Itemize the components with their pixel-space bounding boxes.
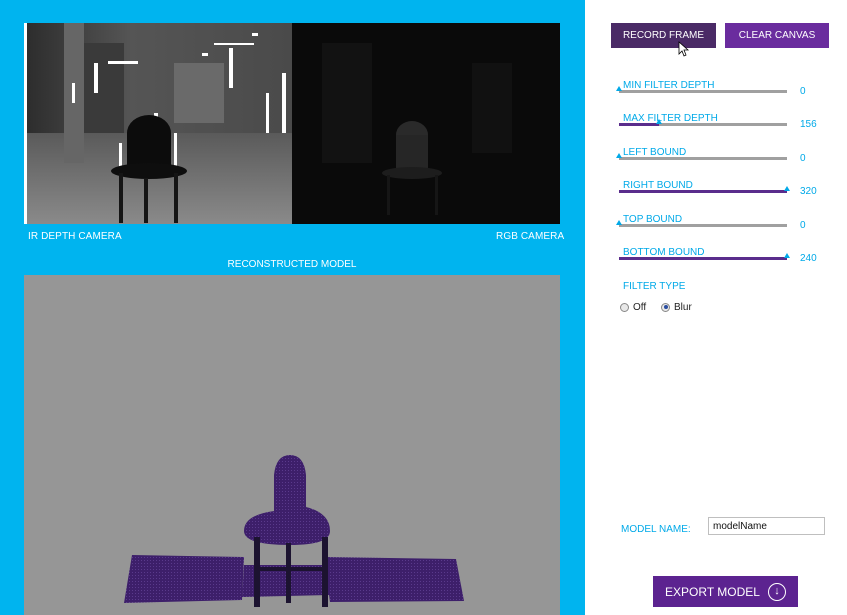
filter-option-label: Off [633,301,647,313]
download-icon: ↓ [767,582,786,601]
filter-type-title: FILTER TYPE [623,281,686,292]
slider-thumb[interactable] [784,253,790,258]
ir-camera-label: IR DEPTH CAMERA [28,231,122,242]
slider-right-bound-value: 320 [800,186,817,197]
ir-depth-camera-feed [24,23,292,224]
slider-thumb[interactable] [656,119,663,124]
slider-fill [619,123,660,126]
filter-option-label: Blur [674,301,692,313]
slider-thumb[interactable] [616,86,622,91]
slider-top-bound[interactable] [616,220,787,227]
record-frame-button[interactable]: RECORD FRAME [611,23,716,48]
viewer-panel: IR DEPTH CAMERA RGB CAMERA RECONSTRUCTED… [0,0,585,615]
slider-bottom-bound[interactable] [619,253,790,260]
slider-right-bound[interactable] [619,186,790,193]
export-model-button[interactable]: EXPORT MODEL ↓ [653,576,798,607]
radio-button-icon[interactable] [661,302,670,312]
slider-thumb[interactable] [784,186,790,191]
filter-radio-blur[interactable]: Blur [661,301,692,313]
clear-canvas-button[interactable]: CLEAR CANVAS [725,23,829,48]
slider-fill [619,257,787,260]
slider-left-bound-value: 0 [800,153,806,164]
slider-bottom-bound-value: 240 [800,253,817,264]
slider-min-filter-depth-value: 0 [800,86,806,97]
radio-button-icon[interactable] [620,302,629,312]
rgb-camera-label: RGB CAMERA [496,231,565,242]
slider-max-filter-depth-value: 156 [800,119,817,130]
model-name-label: MODEL NAME: [621,524,691,535]
rgb-camera-feed [292,23,560,224]
reconstructed-model-canvas[interactable] [24,275,560,615]
slider-left-bound[interactable] [616,153,787,160]
slider-top-bound-value: 0 [800,220,806,231]
mouse-pointer-icon [678,41,690,57]
filter-radio-off[interactable]: Off [620,301,646,313]
slider-min-filter-depth[interactable] [616,86,787,93]
slider-max-filter-depth[interactable] [619,119,787,126]
model-name-input[interactable] [708,517,825,535]
export-model-label: EXPORT MODEL [665,584,760,599]
reconstructed-model-title: RECONSTRUCTED MODEL [227,259,357,270]
slider-thumb[interactable] [616,220,622,225]
slider-fill [619,190,787,193]
slider-thumb[interactable] [616,153,622,158]
